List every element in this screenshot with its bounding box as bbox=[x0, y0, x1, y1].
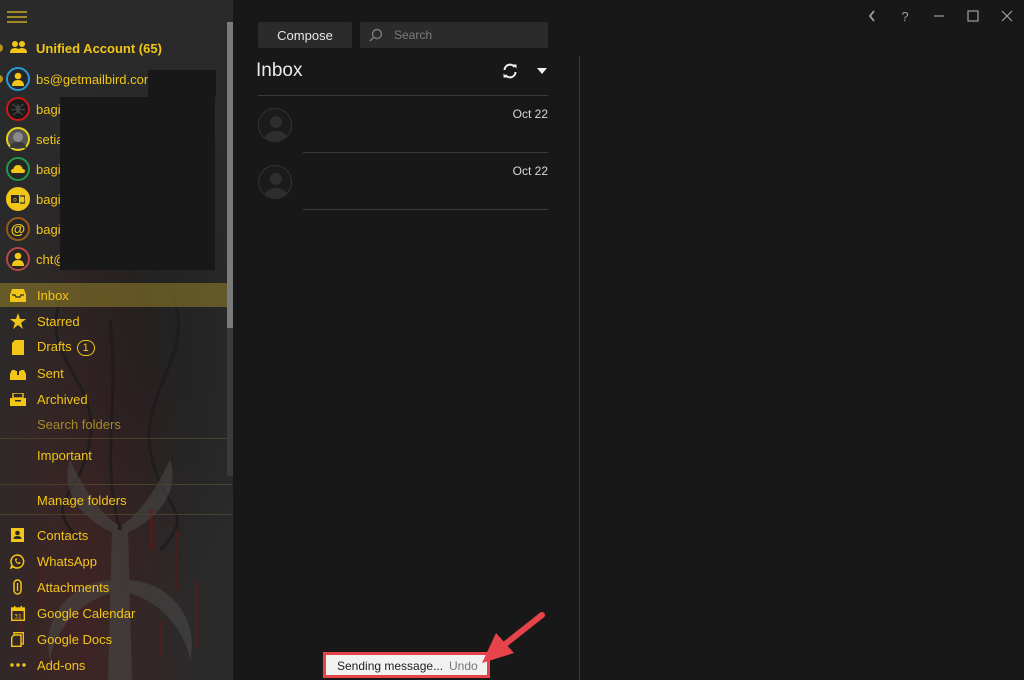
drafts-count-badge: 1 bbox=[76, 339, 95, 356]
folder-label: Sent bbox=[37, 365, 64, 381]
person-icon bbox=[6, 247, 30, 271]
folder-label: Drafts 1 bbox=[37, 339, 95, 356]
divider bbox=[0, 514, 232, 515]
folder-drafts[interactable]: Drafts 1 bbox=[0, 335, 232, 359]
app-label: WhatsApp bbox=[37, 553, 97, 569]
manage-folders-label: Manage folders bbox=[37, 492, 127, 508]
account-label: bagi bbox=[36, 101, 61, 117]
whatsapp-icon bbox=[9, 553, 26, 570]
folder-inbox[interactable]: Inbox bbox=[0, 283, 232, 307]
search-folders-placeholder: Search folders bbox=[37, 416, 121, 432]
message-date: Oct 22 bbox=[512, 164, 548, 178]
app-attachments[interactable]: Attachments bbox=[0, 575, 232, 599]
minimize-icon[interactable] bbox=[929, 6, 949, 26]
undo-button[interactable]: Undo bbox=[449, 659, 478, 673]
back-chevron-left-icon[interactable] bbox=[862, 6, 882, 26]
search-input[interactable] bbox=[394, 22, 544, 48]
refresh-icon[interactable] bbox=[501, 62, 519, 80]
redacted-region bbox=[60, 97, 215, 270]
contacts-icon bbox=[9, 527, 26, 544]
calendar-icon: 31 bbox=[9, 605, 26, 622]
attachment-icon bbox=[9, 579, 26, 596]
close-icon[interactable] bbox=[997, 6, 1017, 26]
svg-text:31: 31 bbox=[14, 613, 22, 620]
more-icon bbox=[9, 657, 26, 674]
folder-title: Inbox bbox=[256, 60, 303, 81]
drafts-icon bbox=[9, 339, 26, 356]
menu-hamburger-icon[interactable] bbox=[7, 10, 27, 24]
app-label: Google Docs bbox=[37, 631, 113, 647]
outlook-icon: o bbox=[6, 187, 30, 211]
archive-icon bbox=[9, 391, 26, 408]
folder-important[interactable]: Important bbox=[0, 443, 232, 467]
folder-label: Starred bbox=[37, 313, 80, 329]
sent-icon bbox=[9, 365, 26, 382]
account-label: bs@getmailbird.com bbox=[36, 71, 155, 87]
app-contacts[interactable]: Contacts bbox=[0, 523, 232, 547]
main-panel: Compose Inbox Oct 22 Oct 22 ? bbox=[233, 0, 1024, 680]
search-icon bbox=[369, 28, 383, 42]
at-icon: @ bbox=[6, 217, 30, 241]
folder-sent[interactable]: Sent bbox=[0, 361, 232, 385]
message-date: Oct 22 bbox=[512, 107, 548, 121]
inbox-icon bbox=[9, 287, 26, 304]
sending-toast: Sending message... Undo bbox=[323, 652, 490, 678]
search-folders-input[interactable]: Search folders bbox=[0, 412, 232, 436]
folder-label: Archived bbox=[37, 391, 88, 407]
folder-label: Inbox bbox=[37, 287, 69, 303]
message-list-item[interactable]: Oct 22 bbox=[256, 96, 548, 153]
drafts-label: Drafts bbox=[37, 338, 72, 354]
app-label: Contacts bbox=[37, 527, 89, 543]
account-label: bagi bbox=[36, 161, 61, 177]
people-icon bbox=[10, 40, 27, 59]
app-add-ons[interactable]: Add-ons bbox=[0, 653, 232, 677]
spider-avatar-icon bbox=[6, 97, 30, 121]
photo-avatar-icon bbox=[6, 127, 30, 151]
app-label: Add-ons bbox=[37, 657, 86, 673]
app-google-calendar[interactable]: 31 Google Calendar bbox=[0, 601, 232, 625]
app-whatsapp[interactable]: WhatsApp bbox=[0, 549, 232, 573]
star-icon bbox=[9, 313, 26, 330]
account-indicator-dot bbox=[0, 75, 3, 83]
sort-dropdown-icon[interactable] bbox=[533, 62, 551, 80]
svg-text:o: o bbox=[13, 197, 17, 204]
help-icon[interactable]: ? bbox=[895, 6, 915, 26]
maximize-icon[interactable] bbox=[963, 6, 983, 26]
folder-archived[interactable]: Archived bbox=[0, 387, 232, 411]
sender-avatar-icon bbox=[258, 165, 292, 199]
toast-message: Sending message... bbox=[337, 659, 444, 673]
divider bbox=[0, 484, 232, 485]
account-indicator-dot bbox=[0, 44, 3, 52]
sender-avatar-icon bbox=[258, 108, 292, 142]
app-label: Attachments bbox=[37, 579, 110, 595]
folder-label: Important bbox=[37, 447, 92, 463]
account-label: bagi bbox=[36, 221, 61, 237]
account-label: bagi bbox=[36, 191, 61, 207]
app-google-docs[interactable]: Google Docs bbox=[0, 627, 232, 651]
person-icon bbox=[6, 67, 30, 91]
sidebar: Unified Account (65) bs@getmailbird.com … bbox=[0, 0, 233, 680]
compose-button[interactable]: Compose bbox=[258, 22, 352, 48]
app-label: Google Calendar bbox=[37, 605, 136, 621]
divider bbox=[0, 438, 232, 439]
pane-divider[interactable] bbox=[579, 56, 580, 680]
search-field[interactable] bbox=[360, 22, 548, 48]
folder-starred[interactable]: Starred bbox=[0, 309, 232, 333]
message-list-item[interactable]: Oct 22 bbox=[256, 153, 548, 210]
manage-folders-link[interactable]: Manage folders bbox=[0, 488, 232, 512]
cloud-icon bbox=[6, 157, 30, 181]
account-label: Unified Account (65) bbox=[36, 40, 162, 56]
redacted-region bbox=[148, 70, 216, 97]
divider bbox=[303, 209, 548, 210]
account-unified[interactable]: Unified Account (65) bbox=[0, 33, 232, 63]
docs-icon bbox=[9, 631, 26, 648]
